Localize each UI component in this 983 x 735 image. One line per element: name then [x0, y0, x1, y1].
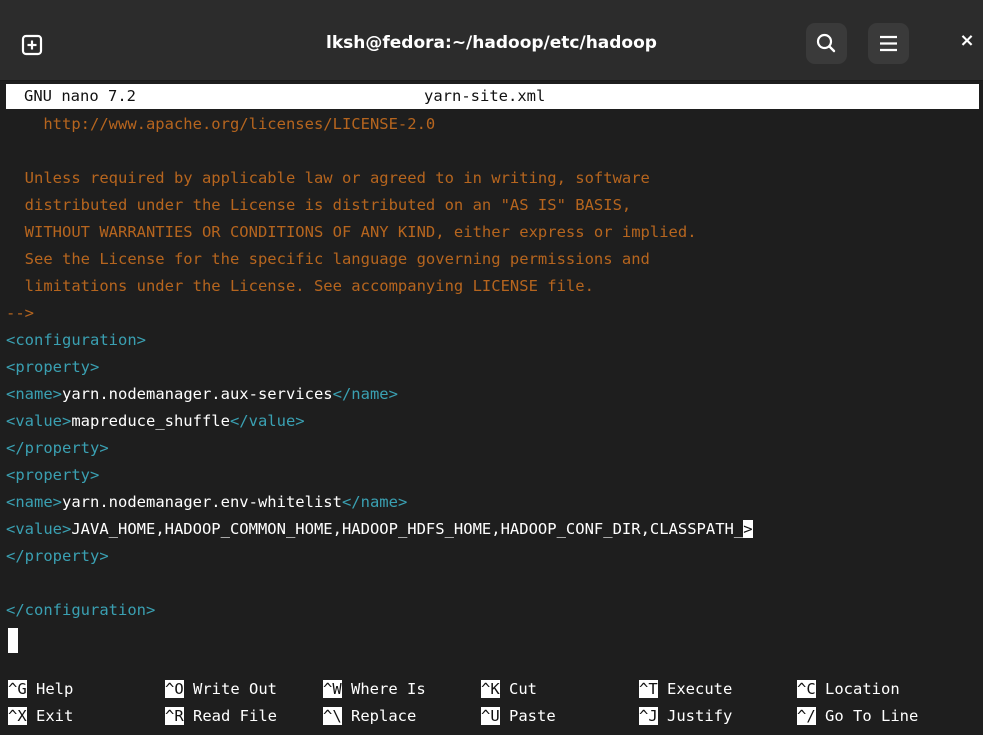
terminal-window: lksh@fedora:~/hadoop/etc/hadoop × GNU na… [0, 0, 983, 735]
close-button[interactable]: × [952, 30, 982, 51]
hamburger-menu-icon [880, 35, 897, 52]
title-bar: lksh@fedora:~/hadoop/etc/hadoop × [0, 0, 983, 81]
name-line: <name>yarn.nodemanager.aux-services</nam… [6, 381, 398, 408]
line-overflow-indicator: > [743, 520, 753, 538]
name-open-tag: <name> [6, 385, 62, 403]
name-open-tag: <name> [6, 493, 62, 511]
comment-close-line: --> [6, 304, 34, 322]
name-value: yarn.nodemanager.env-whitelist [62, 493, 342, 511]
name-line: <name>yarn.nodemanager.env-whitelist</na… [6, 489, 407, 516]
name-close-tag: </name> [332, 385, 398, 403]
nano-version: GNU nano 7.2 [24, 87, 136, 105]
text-cursor [8, 628, 18, 653]
name-close-tag: </name> [341, 493, 408, 511]
shortcut-row: ^G Help ^O Write Out ^W Where Is ^K Cut … [6, 676, 900, 703]
shortcut-write-out[interactable]: ^O Write Out [165, 676, 277, 703]
shortcut-where-is[interactable]: ^W Where Is [323, 676, 426, 703]
comment-line: distributed under the License is distrib… [6, 196, 632, 214]
search-button[interactable] [806, 23, 847, 64]
property-open-tag: <property> [6, 358, 100, 376]
shortcut-row: ^X Exit ^R Read File ^\ Replace ^U Paste… [6, 703, 918, 730]
comment-line: http://www.apache.org/licenses/LICENSE-2… [6, 115, 436, 133]
value-text: mapreduce_shuffle [71, 412, 230, 430]
value-close-tag: </value> [229, 412, 305, 430]
shortcut-replace[interactable]: ^\ Replace [323, 703, 416, 730]
shortcut-justify[interactable]: ^J Justify [639, 703, 732, 730]
shortcut-execute[interactable]: ^T Execute [639, 676, 732, 703]
configuration-open-tag: <configuration> [6, 331, 146, 349]
comment-line: See the License for the specific languag… [6, 250, 650, 268]
value-open-tag: <value> [6, 412, 72, 430]
shortcut-location[interactable]: ^C Location [797, 676, 900, 703]
shortcut-read-file[interactable]: ^R Read File [165, 703, 277, 730]
property-close-tag: </property> [6, 439, 109, 457]
comment-line: limitations under the License. See accom… [6, 277, 594, 295]
property-open-tag: <property> [6, 466, 100, 484]
value-line: <value>mapreduce_shuffle</value> [6, 408, 305, 435]
nano-header-bar: GNU nano 7.2 yarn-site.xml [6, 84, 979, 109]
comment-line: Unless required by applicable law or agr… [6, 169, 650, 187]
shortcut-exit[interactable]: ^X Exit [8, 703, 73, 730]
search-icon [816, 33, 836, 53]
terminal-content[interactable]: GNU nano 7.2 yarn-site.xml http://www.ap… [6, 81, 983, 735]
file-name: yarn-site.xml [424, 87, 546, 105]
property-close-tag: </property> [6, 547, 109, 565]
name-value: yarn.nodemanager.aux-services [62, 385, 333, 403]
close-icon: × [959, 30, 975, 51]
configuration-close-tag: </configuration> [6, 601, 156, 619]
shortcut-cut[interactable]: ^K Cut [481, 676, 537, 703]
comment-line: WITHOUT WARRANTIES OR CONDITIONS OF ANY … [6, 223, 697, 241]
menu-button[interactable] [868, 23, 909, 64]
shortcut-help[interactable]: ^G Help [8, 676, 73, 703]
shortcut-go-to-line[interactable]: ^/ Go To Line [797, 703, 918, 730]
value-open-tag: <value> [6, 520, 72, 538]
shortcut-paste[interactable]: ^U Paste [481, 703, 556, 730]
value-line: <value>JAVA_HOME,HADOOP_COMMON_HOME,HADO… [6, 516, 753, 543]
value-text: JAVA_HOME,HADOOP_COMMON_HOME,HADOOP_HDFS… [71, 520, 744, 538]
